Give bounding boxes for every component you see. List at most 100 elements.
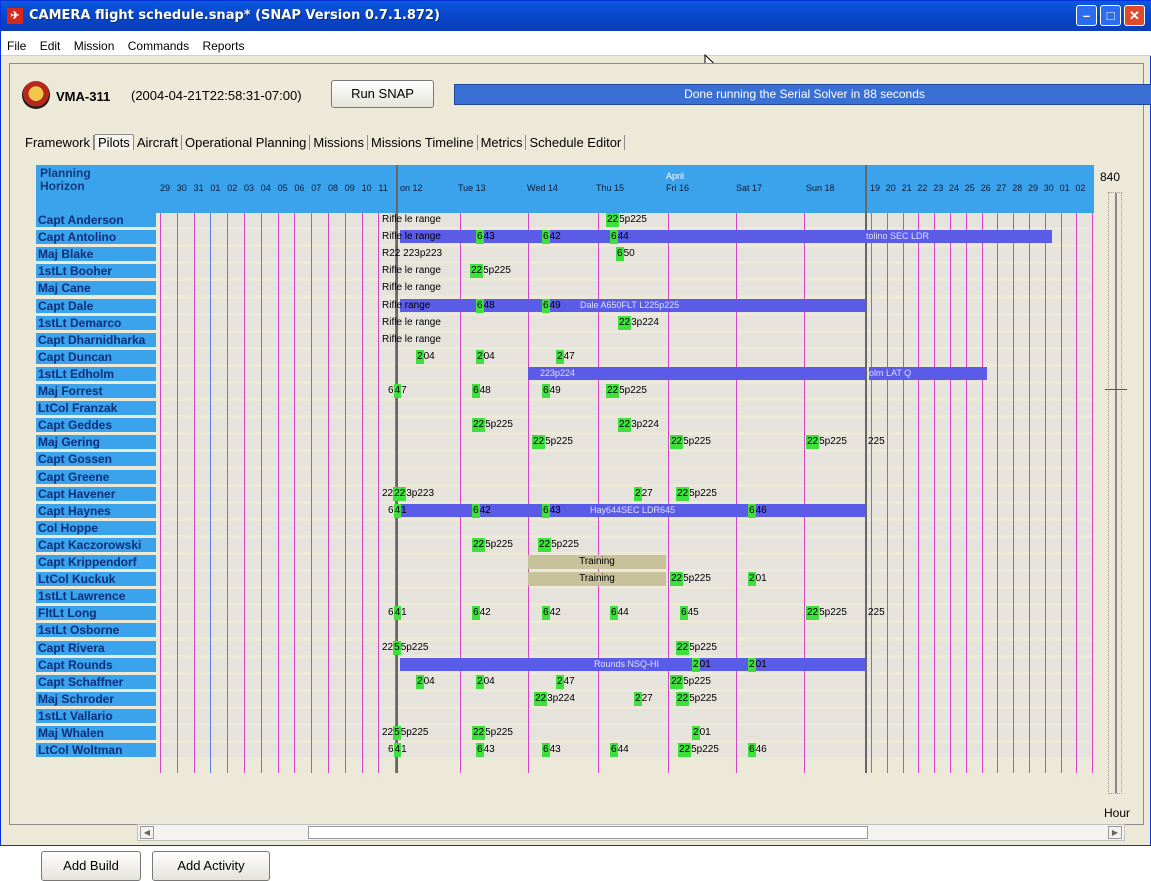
flight-event[interactable]: Rifle le range xyxy=(382,281,441,295)
flight-event[interactable]: 649 xyxy=(542,384,561,398)
pilot-name[interactable]: Capt Duncan xyxy=(36,349,156,364)
pilot-name[interactable]: Capt Dale xyxy=(36,298,156,313)
tab-aircraft[interactable]: Aircraft xyxy=(134,135,182,150)
flight-event[interactable]: Rifle range xyxy=(382,299,430,313)
flight-event[interactable]: 646 xyxy=(748,743,767,758)
flight-event[interactable]: 201 xyxy=(692,726,711,740)
flight-event[interactable]: 225p225 xyxy=(676,640,717,655)
pilot-name[interactable]: Maj Gering xyxy=(36,435,156,450)
schedule-grid[interactable]: Capt Anderson Capt Antolino Maj Blake 1stLt… xyxy=(36,165,1094,773)
flight-event[interactable]: 2255p225 xyxy=(382,726,429,740)
flight-event[interactable]: 223p224 xyxy=(618,315,659,330)
flight-event[interactable]: 204 xyxy=(416,674,435,689)
tab-metrics[interactable]: Metrics xyxy=(478,135,527,150)
flight-event[interactable]: 223p224 xyxy=(534,691,575,706)
schedule-row[interactable] xyxy=(160,281,1093,296)
menu-reports[interactable]: Reports xyxy=(196,31,248,53)
mission-bar[interactable]: Rounds NSQ-HI xyxy=(400,657,865,671)
tab-schedule-editor[interactable]: Schedule Editor xyxy=(526,135,626,150)
flight-event[interactable]: 225p225 xyxy=(532,435,573,450)
flight-event[interactable]: 225 xyxy=(868,606,885,620)
pilot-name[interactable]: Maj Cane xyxy=(36,281,156,296)
flight-event[interactable]: 642 xyxy=(542,230,561,245)
pilot-name[interactable]: Capt Schaffner xyxy=(36,674,156,689)
schedule-row[interactable] xyxy=(160,469,1093,484)
training-block[interactable]: Training xyxy=(528,572,666,587)
scroll-thumb[interactable] xyxy=(308,826,868,839)
schedule-row[interactable] xyxy=(160,708,1093,723)
flight-event[interactable]: 227 xyxy=(634,691,653,706)
flight-event[interactable]: 648 xyxy=(472,384,491,398)
flight-event[interactable]: 201 xyxy=(692,657,711,672)
flight-event[interactable]: 225p225 xyxy=(670,674,711,689)
flight-event[interactable]: 22223p223 xyxy=(382,486,434,501)
flight-event[interactable]: 644 xyxy=(610,230,629,245)
add-activity-button[interactable]: Add Activity xyxy=(152,851,270,881)
flight-event[interactable]: 225 xyxy=(868,435,885,449)
schedule-row[interactable] xyxy=(160,349,1093,364)
schedule-row[interactable] xyxy=(160,520,1093,535)
tab-missions[interactable]: Missions xyxy=(310,135,368,150)
flight-event[interactable]: R22 223p223 xyxy=(382,247,442,261)
pilot-name[interactable]: LtCol Kuckuk xyxy=(36,572,156,587)
flight-event[interactable]: 644 xyxy=(610,743,629,758)
flight-event[interactable]: 641 xyxy=(388,606,407,621)
menu-mission[interactable]: Mission xyxy=(68,31,119,53)
flight-event[interactable]: 645 xyxy=(680,606,699,621)
flight-event[interactable]: 646 xyxy=(748,503,767,518)
scroll-left-icon[interactable]: ◀ xyxy=(140,826,154,839)
minimize-button[interactable]: – xyxy=(1076,5,1097,26)
close-button[interactable]: ✕ xyxy=(1124,5,1145,26)
flight-event[interactable]: 247 xyxy=(556,349,575,364)
flight-event[interactable]: 225p225 xyxy=(676,486,717,501)
flight-event[interactable]: 223p224 xyxy=(618,418,659,433)
schedule-row[interactable] xyxy=(160,640,1093,655)
mission-bar[interactable]: Dale A650FLT L225p225 xyxy=(400,298,865,312)
flight-event[interactable]: 644 xyxy=(610,606,629,621)
pilot-name[interactable]: Capt Haynes xyxy=(36,503,156,518)
flight-event[interactable]: 201 xyxy=(748,657,767,672)
pilot-name[interactable]: 1stLt Booher xyxy=(36,264,156,279)
flight-event[interactable]: Rifle le range xyxy=(382,333,441,347)
flight-event[interactable]: 643 xyxy=(542,743,561,758)
flight-event[interactable]: 225p225 xyxy=(806,606,847,621)
training-block[interactable]: Training xyxy=(528,555,666,569)
pilot-name[interactable]: Capt Gossen xyxy=(36,452,156,467)
add-build-button[interactable]: Add Build xyxy=(41,851,141,881)
flight-event[interactable]: 225p225 xyxy=(670,572,711,587)
schedule-row[interactable] xyxy=(160,264,1093,279)
schedule-row[interactable] xyxy=(160,674,1093,689)
flight-event[interactable]: 225p225 xyxy=(678,743,719,758)
menu-edit[interactable]: Edit xyxy=(34,31,65,53)
horizon-end-marker[interactable] xyxy=(865,165,867,773)
mission-bar[interactable]: olm LAT Q xyxy=(869,366,987,380)
flight-event[interactable]: 643 xyxy=(542,503,561,518)
flight-event[interactable]: 225p225 xyxy=(606,213,647,227)
flight-event[interactable]: 648 xyxy=(476,298,495,313)
pilot-name[interactable]: Capt Krippendorf xyxy=(36,555,156,569)
flight-event[interactable]: 643 xyxy=(476,743,495,758)
pilot-name[interactable]: Capt Anderson xyxy=(36,213,156,227)
pilot-name[interactable]: 1stLt Osborne xyxy=(36,623,156,638)
pilot-name[interactable]: Capt Greene xyxy=(36,469,156,484)
flight-event[interactable]: 641 xyxy=(388,503,407,518)
pilot-name[interactable]: LtCol Woltman xyxy=(36,743,156,758)
pilot-name[interactable]: LtCol Franzak xyxy=(36,401,156,416)
flight-event[interactable]: 649 xyxy=(542,298,561,313)
pilot-name[interactable]: Capt Rounds xyxy=(36,657,156,672)
flight-event[interactable]: 225p225 xyxy=(676,691,717,706)
flight-event[interactable]: 2255p225 xyxy=(382,640,429,655)
mission-bar[interactable]: tolino SEC LDR xyxy=(400,230,1052,244)
mission-bar[interactable]: Hay644SEC LDR645 xyxy=(400,503,865,517)
flight-event[interactable]: 643 xyxy=(476,230,495,245)
schedule-row[interactable] xyxy=(160,726,1093,740)
flight-event[interactable]: 225p225 xyxy=(472,537,513,552)
mission-bar[interactable]: 223p224 xyxy=(528,366,865,380)
schedule-row[interactable] xyxy=(160,401,1093,416)
flight-event[interactable]: 642 xyxy=(542,606,561,621)
flight-event[interactable]: 225p225 xyxy=(472,726,513,740)
pilot-name[interactable]: Maj Forrest xyxy=(36,384,156,398)
schedule-row[interactable] xyxy=(160,691,1093,706)
pilot-name[interactable]: 1stLt Demarco xyxy=(36,315,156,330)
flight-event[interactable]: 642 xyxy=(472,503,491,518)
